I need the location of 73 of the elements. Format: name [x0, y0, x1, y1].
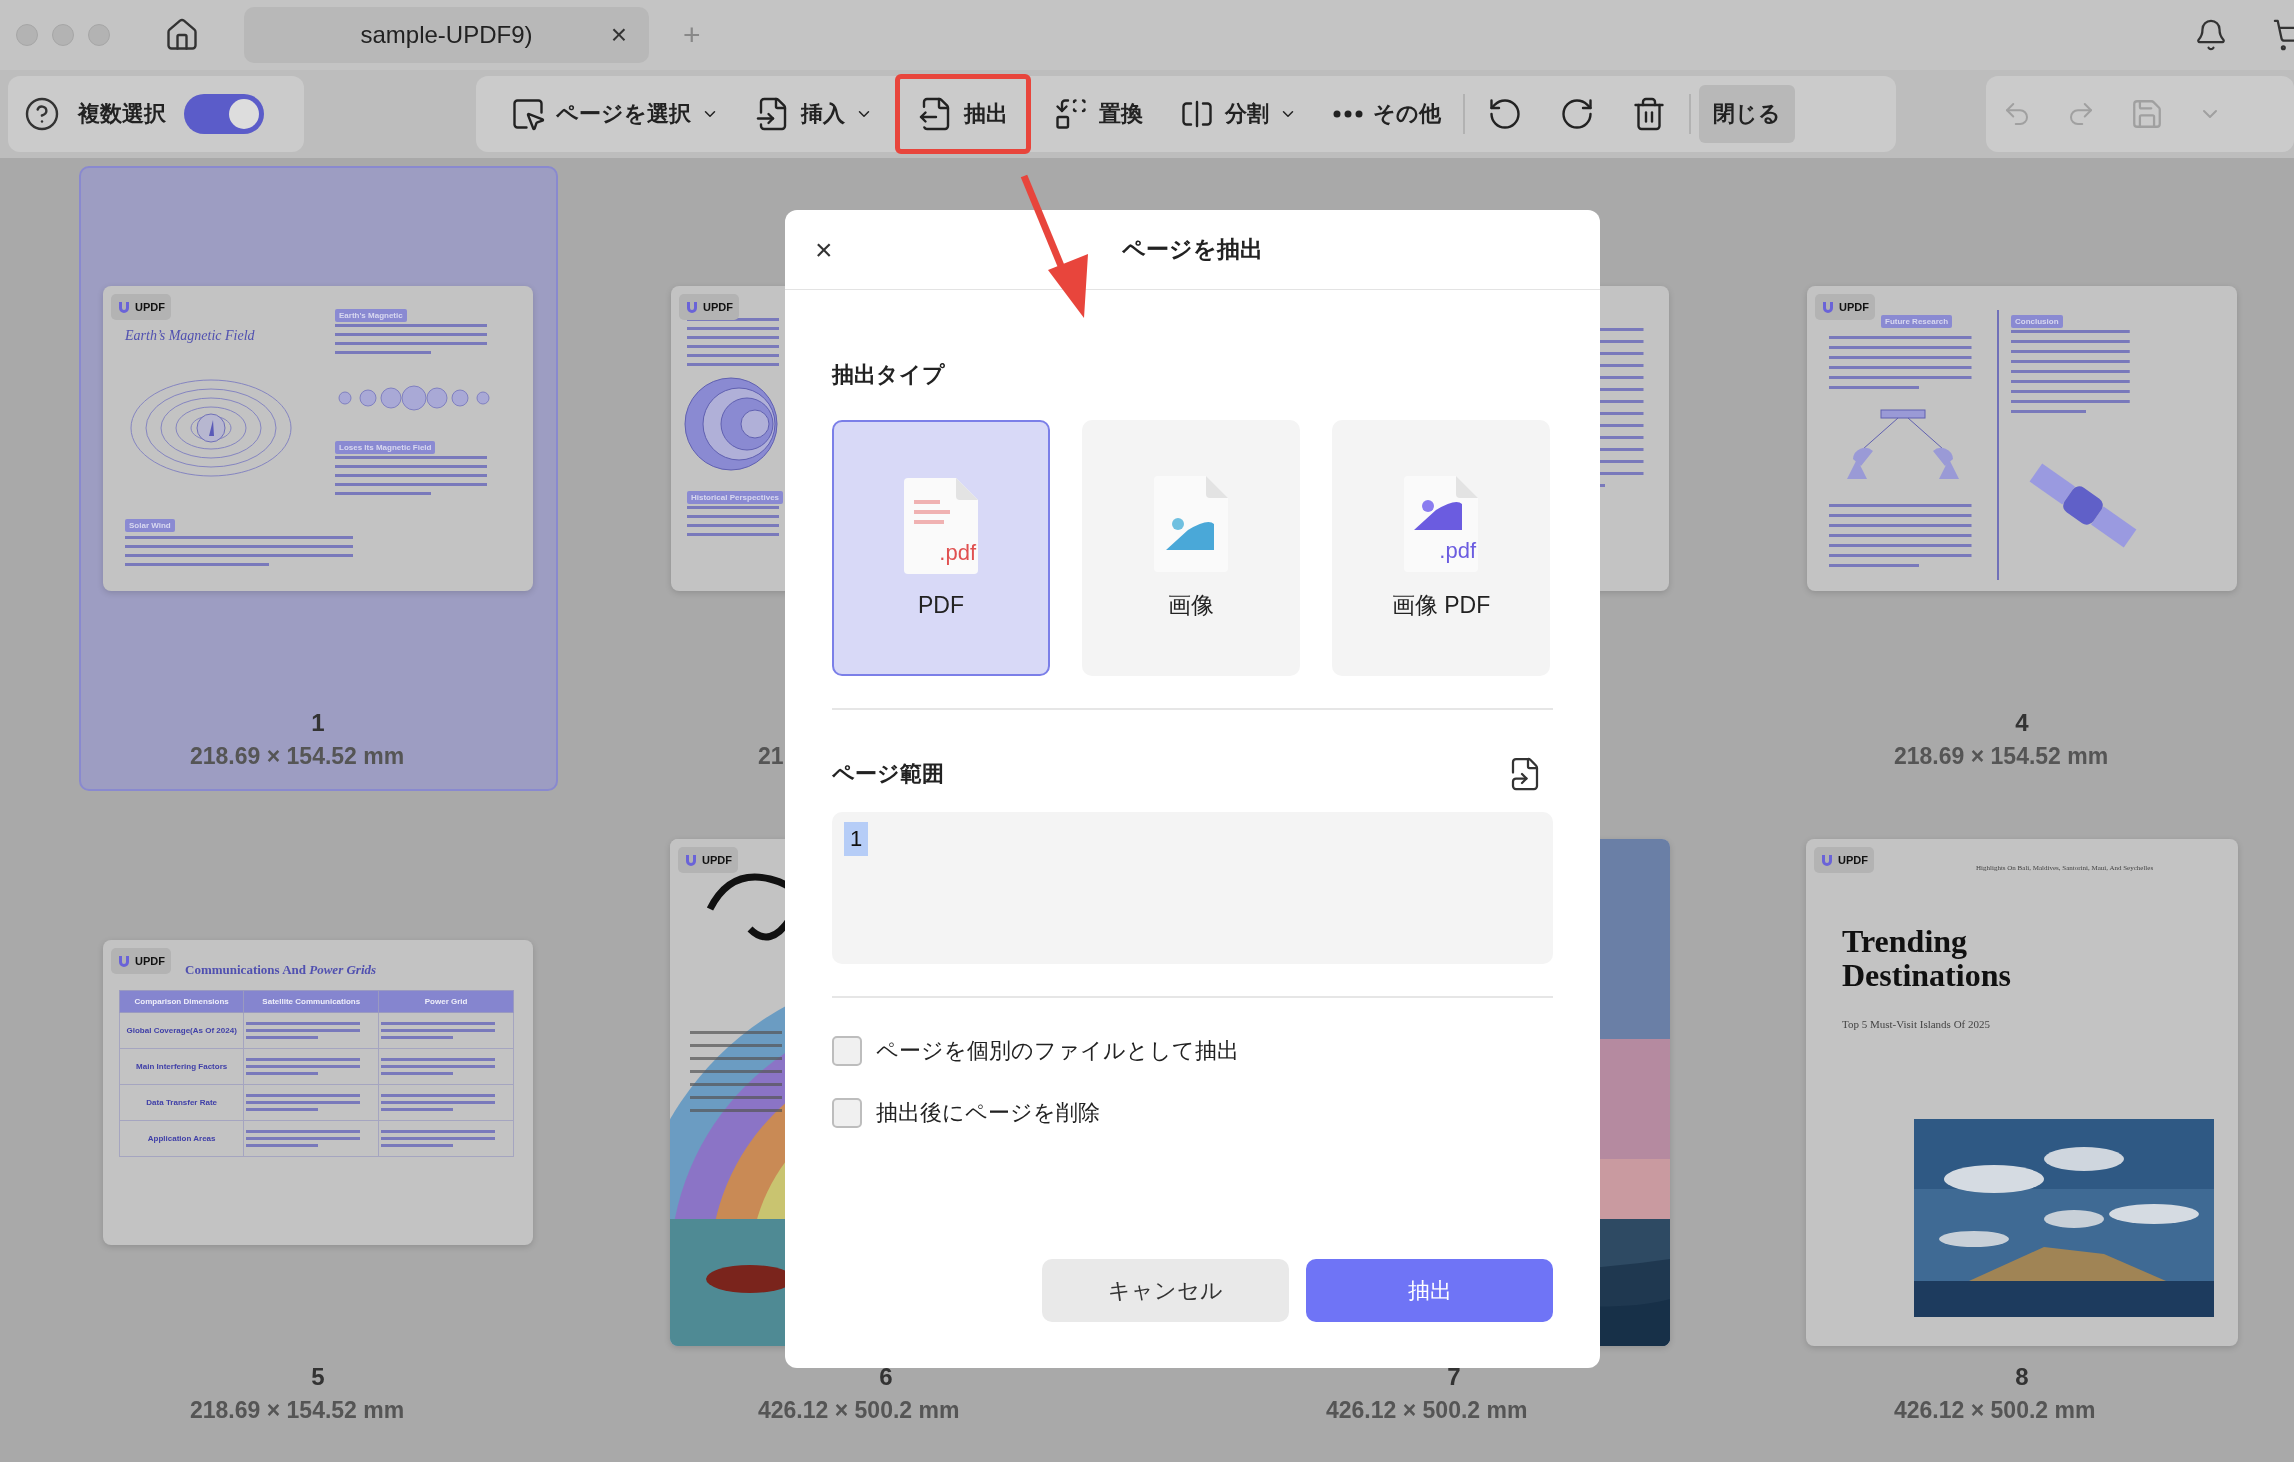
extract-type-option[interactable]: .pdf 画像 PDF	[1332, 420, 1550, 676]
page-title: Communications And Power Grids	[185, 962, 377, 978]
tab-close-button[interactable]: ×	[610, 19, 627, 51]
table-cell: Global Coverage(As Of 2024)	[119, 1012, 244, 1049]
page-title: Earth’s Magnetic Field	[125, 328, 255, 344]
home-icon[interactable]	[164, 17, 200, 53]
page-size: 426.12 × 500.2 mm	[1326, 1397, 1528, 1423]
more-icon	[1333, 110, 1364, 118]
logo-badge: UPDF	[1814, 847, 1874, 873]
select-page-icon	[510, 96, 547, 132]
selected-page-card[interactable]: UPDF Earth’s Magnetic Field Earth's Magnetic Loses Its Magnetic Field Solar Wind 1 218.69 × 154.52 mm	[78, 166, 558, 791]
page-number: 1	[311, 709, 325, 738]
section-heading: ページ範囲	[832, 760, 944, 788]
logo-badge: UPDF	[111, 294, 171, 320]
select-pages-button[interactable]: ページを選択	[496, 85, 734, 143]
bell-icon[interactable]	[2194, 18, 2228, 52]
section-tag: Future Research	[1881, 315, 1953, 328]
page-size: 218.69 × 154.52 mm	[190, 743, 405, 769]
table-cell: Main Interfering Factors	[119, 1048, 244, 1085]
page-thumbnail[interactable]: UPDF Earth’s Magnetic Field Earth's Magnetic Loses Its Magnetic Field Solar Wind	[103, 286, 533, 591]
section-tag: Conclusion	[2011, 315, 2063, 328]
multi-select-toggle[interactable]	[184, 94, 264, 134]
section-tag: Solar Wind	[125, 519, 175, 532]
extract-type-option[interactable]: 画像	[1082, 420, 1300, 676]
page-number: 4	[2015, 709, 2029, 738]
dialog-title: ページを抽出	[1122, 235, 1263, 264]
extract-button[interactable]: 抽出	[895, 74, 1032, 154]
page-size: 426.12 × 500.2 mm	[758, 1397, 960, 1423]
logo-badge: UPDF	[1815, 294, 1875, 320]
insert-button[interactable]: 挿入	[741, 85, 888, 143]
pdf-file-icon: .pdf	[902, 477, 980, 574]
page-size: 218.69 × 154.52 mm	[1894, 743, 2109, 769]
cancel-button[interactable]: キャンセル	[1042, 1259, 1289, 1322]
page-number: 6	[879, 1363, 893, 1392]
checkbox[interactable]	[832, 1098, 862, 1128]
table-cell: Application Areas	[119, 1120, 244, 1157]
image-pdf-file-icon: .pdf	[1402, 475, 1480, 572]
table-header-cell: Power Grid	[378, 990, 514, 1013]
more-button[interactable]: その他	[1319, 85, 1456, 143]
checkbox[interactable]	[832, 1036, 862, 1066]
logo-badge: UPDF	[678, 847, 738, 873]
page-number: 7	[1447, 1363, 1461, 1392]
page-number: 8	[2015, 1363, 2029, 1392]
section-heading: 抽出タイプ	[832, 362, 945, 387]
checkbox-label: 抽出後にページを削除	[876, 1099, 1100, 1127]
document-tab[interactable]: sample-UPDF9) ×	[244, 7, 649, 63]
replace-button[interactable]: 置換	[1039, 85, 1158, 143]
extract-type-option[interactable]: .pdf PDF	[832, 420, 1050, 676]
table-header-cell: Satellite Communications	[243, 990, 379, 1013]
logo-badge: UPDF	[111, 948, 171, 974]
table-header-cell: Comparison Dimensions	[119, 990, 244, 1013]
page-tagline: Top 5 Must-Visit Islands Of 2025	[1842, 1019, 1990, 1031]
extract-button[interactable]: 抽出	[1306, 1259, 1553, 1322]
section-tag: Loses Its Magnetic Field	[335, 441, 436, 454]
close-button[interactable]: 閉じる	[1699, 85, 1796, 143]
section-tag: Historical Perspectives	[687, 491, 784, 504]
close-button[interactable]: ×	[815, 232, 833, 267]
page-range-field[interactable]: 1	[832, 812, 1553, 964]
section-tag: Earth's Magnetic	[335, 309, 407, 322]
page-title: Trending Destinations	[1842, 925, 2012, 993]
checkbox-label: ページを個別のファイルとして抽出	[876, 1037, 1239, 1065]
logo-badge: UPDF	[679, 294, 739, 320]
page-thumbnail[interactable]: UPDF Future Research Conclusion	[1807, 286, 2237, 591]
image-file-icon	[1152, 475, 1230, 572]
page-size: 218.69 × 154.52 mm	[190, 1397, 405, 1423]
split-button[interactable]: 分割	[1165, 85, 1312, 143]
help-icon[interactable]	[24, 96, 60, 132]
page-size: 21	[758, 743, 784, 769]
table-cell: Data Transfer Rate	[119, 1084, 244, 1121]
page-thumbnail[interactable]: UPDF Communications And Power Grids Comparison Dimensions Satellite Communications Power Grid Global Coverage(As Of 2024) Main Interfering Factors Data Transfer Rate Application Areas	[103, 940, 533, 1245]
multi-select-label: 複数選択	[78, 100, 166, 128]
page-size: 426.12 × 500.2 mm	[1894, 1397, 2096, 1423]
page-number: 5	[311, 1363, 325, 1392]
